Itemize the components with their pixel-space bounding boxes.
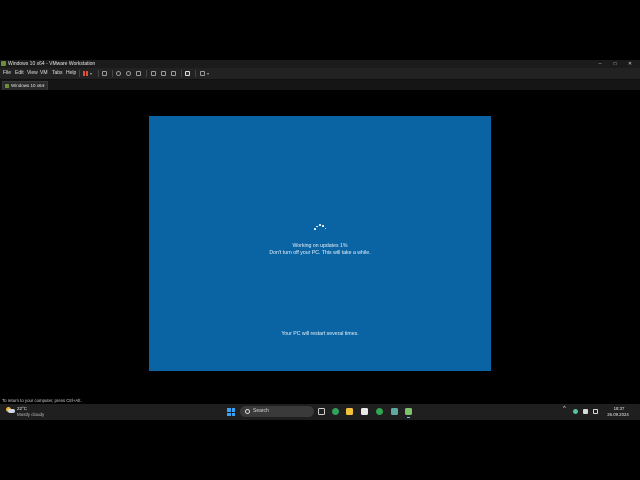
vm-tab-bar: Windows 10 x64 × xyxy=(0,80,640,90)
menu-file[interactable]: File xyxy=(3,68,11,79)
chrome-icon[interactable] xyxy=(376,408,383,415)
toolbar-separator xyxy=(181,70,182,77)
menu-vm[interactable]: VM xyxy=(40,68,48,79)
vm-icon xyxy=(5,84,9,88)
clock-time[interactable]: 18:37 xyxy=(606,406,632,411)
window-title: Windows 10 x64 - VMware Workstation xyxy=(8,61,96,67)
search-placeholder: Search xyxy=(253,408,269,414)
library-icon[interactable] xyxy=(151,71,156,76)
taskbar-search-box[interactable]: Search xyxy=(240,406,314,417)
search-icon xyxy=(245,409,250,414)
tab-close-icon[interactable]: × xyxy=(42,82,45,90)
task-view-icon[interactable] xyxy=(318,408,325,415)
menu-help[interactable]: Help xyxy=(66,68,76,79)
toolbar-separator xyxy=(98,70,99,77)
full-screen-icon[interactable] xyxy=(171,71,176,76)
restart-note-text: Your PC will restart several times. xyxy=(281,331,359,337)
window-titlebar[interactable]: Windows 10 x64 - VMware Workstation – □ … xyxy=(0,60,640,68)
vmware-icon[interactable] xyxy=(391,408,398,415)
menu-edit[interactable]: Edit xyxy=(15,68,24,79)
start-button[interactable] xyxy=(227,408,235,416)
unity-icon[interactable] xyxy=(185,71,190,76)
menu-toolbar: File Edit View VM Tabs Help ▾ ▾ xyxy=(0,68,640,80)
weather-description[interactable]: Mostly cloudy xyxy=(17,412,44,417)
guest-screen[interactable]: Working on updates 1% Don't turn off you… xyxy=(149,116,491,371)
vmware-workstation-icon[interactable] xyxy=(405,408,412,418)
thumbnail-icon[interactable] xyxy=(161,71,166,76)
toolbar-separator xyxy=(195,70,196,77)
menu-tabs[interactable]: Tabs xyxy=(52,68,63,79)
vmware-app-icon xyxy=(1,61,6,66)
snapshot-icon[interactable] xyxy=(116,71,121,76)
pause-icon[interactable] xyxy=(83,71,88,76)
snapshot-manager-icon[interactable] xyxy=(136,71,141,76)
edge-icon[interactable] xyxy=(332,408,339,415)
toolbar-separator xyxy=(112,70,113,77)
partly-cloudy-icon[interactable] xyxy=(6,407,15,413)
tab-label: Windows 10 x64 xyxy=(11,83,45,88)
pause-dropdown-icon[interactable]: ▾ xyxy=(90,68,92,79)
update-warning-text: Don't turn off your PC. This will take a… xyxy=(269,250,371,256)
update-progress-text: Working on updates 1% xyxy=(292,243,348,249)
file-explorer-icon[interactable] xyxy=(346,408,353,415)
host-taskbar: 22°C Mostly cloudy Search ^ 18:37 26.09.… xyxy=(0,404,640,420)
menu-view[interactable]: View xyxy=(27,68,38,79)
send-ctrl-alt-del-icon[interactable] xyxy=(102,71,107,76)
toolbar-separator xyxy=(79,70,80,77)
toolbar-separator xyxy=(146,70,147,77)
maximize-button[interactable]: □ xyxy=(607,60,623,68)
stretch-dropdown-icon[interactable]: ▾ xyxy=(207,68,209,79)
minimize-button[interactable]: – xyxy=(592,60,608,68)
close-button[interactable]: ✕ xyxy=(622,60,638,68)
volume-icon[interactable] xyxy=(593,409,598,414)
weather-temperature[interactable]: 22°C xyxy=(17,406,27,411)
network-icon[interactable] xyxy=(583,409,588,414)
clock-date[interactable]: 26.09.2024 xyxy=(603,412,633,417)
tab-windows-10-x64[interactable]: Windows 10 x64 × xyxy=(2,81,48,90)
tray-app-icon[interactable] xyxy=(573,409,578,414)
stretch-guest-icon[interactable] xyxy=(200,71,205,76)
status-hint: To return to your computer, press Ctrl+A… xyxy=(2,398,82,403)
store-icon[interactable] xyxy=(361,408,368,415)
revert-snapshot-icon[interactable] xyxy=(126,71,131,76)
loading-spinner-icon xyxy=(313,224,327,232)
tray-overflow-chevron-icon[interactable]: ^ xyxy=(563,406,566,412)
